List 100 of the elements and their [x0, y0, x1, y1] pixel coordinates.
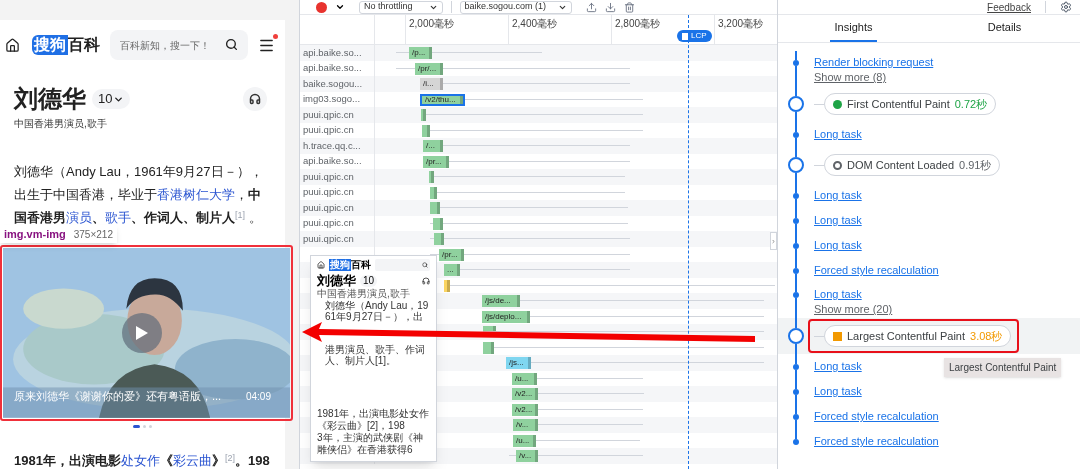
request-bar[interactable]: /v...: [513, 419, 538, 431]
request-bar[interactable]: [483, 326, 496, 331]
video-duration: 04:09: [245, 390, 271, 404]
panel-tab[interactable]: Insights: [778, 15, 929, 42]
request-host[interactable]: puui.qpic.cn: [303, 107, 354, 122]
insight-link[interactable]: Forced style recalculation: [814, 263, 939, 278]
milestone-time: 3.08秒: [970, 328, 1003, 344]
link[interactable]: 处女作: [120, 453, 160, 468]
insight-link[interactable]: Long task: [814, 127, 862, 142]
request-bar[interactable]: [433, 217, 443, 230]
request-bar[interactable]: /u...: [512, 372, 537, 385]
request-bar[interactable]: /v2/thu...: [420, 93, 465, 106]
insight-link[interactable]: Long task: [814, 359, 862, 374]
milestone-chip[interactable]: DOM Content Loaded 0.91秒: [824, 154, 1001, 176]
panel-tab[interactable]: Details: [929, 15, 1080, 42]
intro-paragraph: 刘德华（Andy Lau，1961年9月27日－），出生于中国香港，毕业于香港树仁大学，中国香港男演员、歌手、作词人、制片人$^{[1]}$ 。: [13, 163, 264, 227]
request-bar[interactable]: [430, 186, 437, 199]
show-more-link[interactable]: Show more (20): [814, 302, 893, 317]
video-caption: 原来刘德华《谢谢你的爱》还有粤语版，...: [14, 389, 222, 405]
milestone-time: 0.72秒: [954, 96, 988, 112]
request-host[interactable]: img03.sogo...: [303, 92, 361, 107]
request-bar[interactable]: /pr...: [439, 248, 464, 261]
link[interactable]: 彩云曲: [172, 453, 212, 468]
link[interactable]: 歌手: [105, 210, 131, 225]
request-bar[interactable]: /v2...: [512, 403, 539, 416]
insight-link[interactable]: Render blocking request: [814, 55, 934, 70]
search-field[interactable]: 百科新知，搜一下！: [110, 30, 248, 60]
audio-button[interactable]: [243, 87, 267, 111]
milestone-chip[interactable]: First Contentful Paint 0.72秒: [824, 93, 997, 115]
request-bar[interactable]: /js/de...: [482, 295, 520, 307]
time-tick-label: 2,400毫秒: [511, 17, 558, 31]
request-host[interactable]: puui.qpic.cn: [303, 123, 354, 138]
page-select[interactable]: baike.sogou.com (1): [459, 0, 573, 14]
request-bar[interactable]: [430, 202, 440, 214]
request-host[interactable]: puui.qpic.cn: [303, 200, 354, 215]
request-bar[interactable]: /pr...: [423, 155, 449, 168]
request-bar[interactable]: [422, 124, 430, 137]
upload-icon[interactable]: [586, 1, 598, 13]
milestone-label: DOM Content Loaded: [847, 157, 954, 173]
insight-link[interactable]: Long task: [814, 213, 862, 228]
request-host[interactable]: puui.qpic.cn: [303, 231, 354, 246]
paragraph: 刘德华（Andy Lau，1961年9月27日－），出: [324, 300, 430, 322]
request-bar[interactable]: /js...: [506, 357, 531, 369]
insight-link[interactable]: Long task: [814, 188, 862, 203]
request-bar[interactable]: [421, 109, 426, 121]
request-host[interactable]: puui.qpic.cn: [303, 169, 354, 184]
link[interactable]: 香港树仁大学: [157, 187, 235, 202]
paragraph: 1981年，出演电影处女作《彩云曲》[2]，198: [317, 408, 430, 432]
lcp-badge[interactable]: LCP: [677, 30, 712, 42]
feedback-link[interactable]: Feedback: [987, 0, 1031, 15]
request-bar[interactable]: /p...: [409, 47, 432, 59]
element-size: 375×212: [73, 227, 113, 242]
request-bar[interactable]: /u...: [513, 434, 536, 447]
insight-link[interactable]: Long task: [814, 384, 862, 399]
request-bar[interactable]: /...: [423, 140, 443, 152]
download-icon[interactable]: [605, 1, 617, 13]
request-bar[interactable]: /v...: [516, 450, 538, 462]
request-bar[interactable]: [434, 233, 444, 245]
headphones-icon: [422, 277, 430, 285]
request-bar[interactable]: /i...: [420, 78, 443, 90]
insight-link[interactable]: Forced style recalculation: [814, 434, 939, 449]
show-more-link[interactable]: Show more (8): [814, 70, 934, 85]
request-host[interactable]: h.trace.qq.c...: [303, 138, 361, 153]
request-host[interactable]: api.baike.so...: [303, 154, 362, 169]
caret-icon[interactable]: [335, 2, 345, 12]
request-host[interactable]: puui.qpic.cn: [303, 185, 354, 200]
request-host[interactable]: api.baike.so...: [303, 61, 362, 76]
request-bar[interactable]: [444, 279, 450, 292]
paragraph: 3年，主演的武侠剧《神雕侠侣》在香港获得6: [317, 432, 424, 456]
logo: 搜狗百科: [329, 259, 371, 271]
milestone-time: 0.91秒: [959, 157, 992, 173]
search-icon[interactable]: [225, 38, 238, 51]
element-selector: img.vm-img: [4, 226, 66, 242]
request-host[interactable]: api.baike.so...: [303, 45, 362, 60]
insight-link[interactable]: Forced style recalculation: [814, 409, 939, 424]
request-bar[interactable]: [483, 341, 494, 354]
home-icon[interactable]: [5, 37, 20, 53]
settings-icon[interactable]: [1060, 1, 1072, 13]
milestone-label: First Contentful Paint: [847, 96, 950, 112]
paragraph: 港男演员、歌手、作词人、制片人[1]。: [324, 344, 426, 366]
request-host[interactable]: puui.qpic.cn: [303, 216, 354, 231]
request-bar[interactable]: /v2...: [512, 388, 539, 400]
request-bar[interactable]: [429, 171, 434, 183]
record-button[interactable]: [316, 1, 327, 13]
insight-link[interactable]: Long task: [814, 238, 862, 253]
link[interactable]: 演员: [66, 210, 92, 225]
request-bar[interactable]: /pr/...: [415, 62, 443, 75]
version-selector[interactable]: 10: [92, 89, 131, 109]
article-subtitle: 中国香港男演员,歌手: [13, 117, 107, 130]
request-host[interactable]: baike.sogou...: [303, 76, 363, 91]
trash-icon[interactable]: [624, 1, 636, 13]
throttling-select[interactable]: No throttling: [359, 0, 443, 14]
milestone-label: Largest Contentful Paint: [847, 328, 966, 344]
request-bar[interactable]: /js/deplo...: [482, 310, 530, 323]
play-icon: [136, 326, 148, 340]
article-title: 刘德华: [317, 273, 356, 289]
milestone-chip[interactable]: Largest Contentful Paint 3.08秒: [824, 325, 1012, 347]
collapse-button[interactable]: [770, 232, 777, 250]
request-bar[interactable]: ...: [444, 264, 460, 276]
insight-link[interactable]: Long task: [814, 287, 893, 302]
